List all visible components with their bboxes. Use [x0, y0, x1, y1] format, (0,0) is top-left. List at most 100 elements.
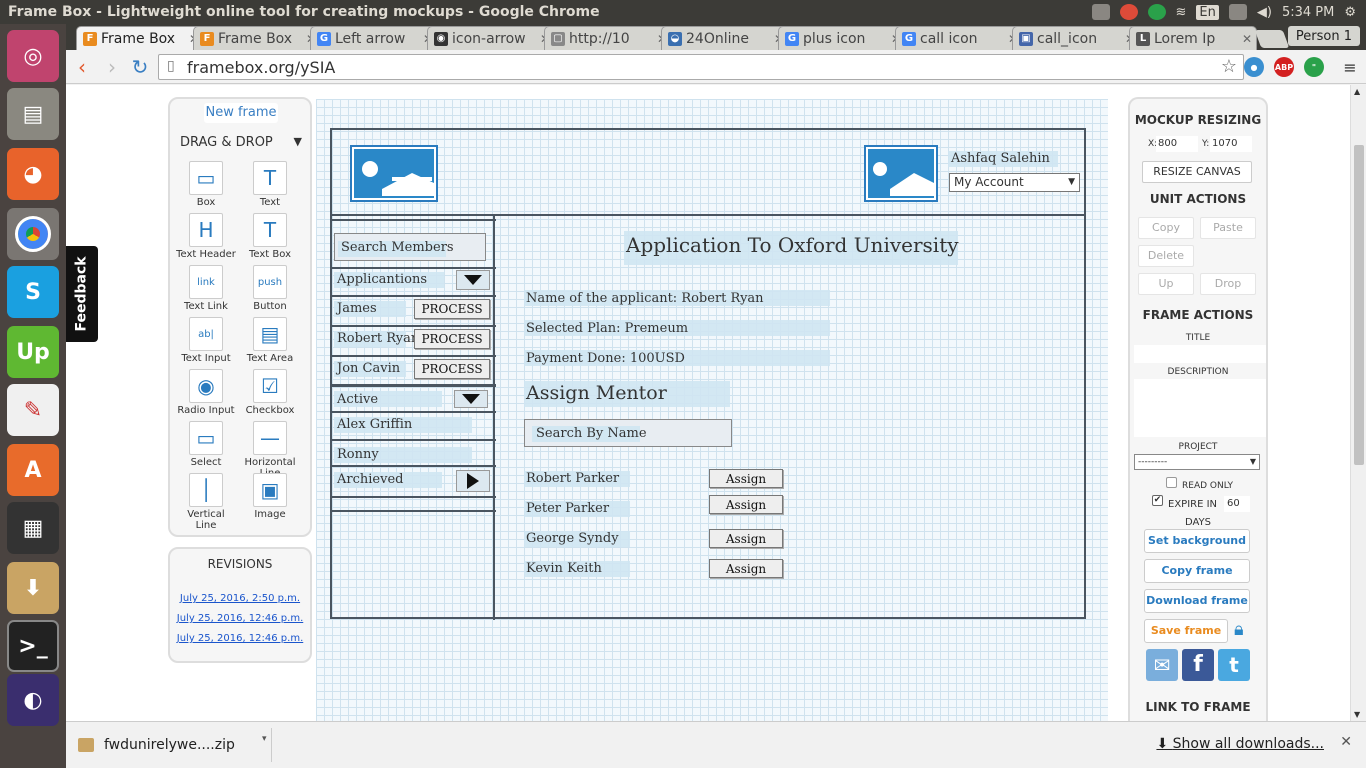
- tool-checkbox[interactable]: ☑ Checkbox: [240, 369, 300, 416]
- tool-horizontal-line[interactable]: —Horizontal Line: [240, 421, 300, 479]
- dropbox-icon[interactable]: [1091, 4, 1110, 20]
- new-tab-button[interactable]: [1254, 30, 1290, 48]
- tool-text[interactable]: T Text: [240, 161, 300, 208]
- list-item[interactable]: Ronny: [337, 447, 379, 462]
- tool-image[interactable]: ▣ Image: [240, 473, 300, 520]
- assign-button[interactable]: Assign: [709, 559, 783, 578]
- active-toggle[interactable]: [454, 390, 488, 408]
- ubuntu-dash-icon[interactable]: ◎: [7, 30, 59, 82]
- height-input[interactable]: 1070: [1210, 136, 1252, 152]
- close-tab-icon[interactable]: ✕: [1242, 32, 1256, 46]
- description-textarea[interactable]: [1134, 379, 1266, 437]
- software-center-icon[interactable]: A: [7, 444, 59, 496]
- keyboard-layout[interactable]: En: [1196, 4, 1219, 20]
- archived-toggle[interactable]: [456, 470, 490, 492]
- browser-tab[interactable]: FFrame Box✕: [193, 26, 321, 50]
- paste-button[interactable]: Paste: [1200, 217, 1256, 239]
- applicant-name[interactable]: Robert Ryan: [337, 331, 419, 346]
- assign-button[interactable]: Assign: [709, 529, 783, 548]
- expire-checkbox[interactable]: ✔: [1152, 495, 1163, 506]
- browser-tab[interactable]: ▢http://10✕: [544, 26, 672, 50]
- avatar-image[interactable]: [864, 145, 938, 202]
- archive-manager-icon[interactable]: ⬇: [7, 562, 59, 614]
- browser-tab[interactable]: ▣call_icon✕: [1012, 26, 1140, 50]
- back-icon[interactable]: ‹: [70, 55, 94, 79]
- list-item[interactable]: Alex Griffin: [337, 417, 412, 432]
- tool-text-area[interactable]: ▤ Text Area: [240, 317, 300, 364]
- assign-button[interactable]: Assign: [709, 469, 783, 488]
- set-background-button[interactable]: Set background: [1144, 529, 1250, 553]
- show-all-downloads-link[interactable]: ⬇ Show all downloads...: [1156, 736, 1324, 752]
- lock-icon[interactable]: 🔒︎: [1234, 619, 1244, 640]
- scrollbar-thumb[interactable]: [1354, 145, 1364, 465]
- logo-image[interactable]: [350, 145, 438, 202]
- new-frame-button[interactable]: New frame: [204, 103, 278, 123]
- close-downloads-icon[interactable]: ✕: [1340, 734, 1352, 750]
- scroll-down-arrow-icon[interactable]: ▼: [1354, 710, 1360, 719]
- process-button[interactable]: PROCESS: [414, 359, 490, 379]
- globe-extension-icon[interactable]: ●: [1244, 57, 1264, 77]
- hangouts-extension-icon[interactable]: ": [1304, 57, 1324, 77]
- skype-icon[interactable]: S: [7, 266, 59, 318]
- tool-select[interactable]: ▭ Select: [176, 421, 236, 468]
- page-scrollbar[interactable]: ▲ ▼: [1350, 85, 1366, 721]
- tool-radio-input[interactable]: ◉ Radio Input: [176, 369, 236, 416]
- download-frame-button[interactable]: Download frame: [1144, 589, 1250, 613]
- bookmark-star-icon[interactable]: ☆: [1221, 56, 1237, 77]
- browser-tab[interactable]: Gplus icon✕: [778, 26, 906, 50]
- applicant-name[interactable]: Jon Cavin: [337, 361, 400, 376]
- terminal-icon[interactable]: >_: [7, 620, 59, 672]
- chrome-icon[interactable]: [1119, 4, 1138, 20]
- revision-link[interactable]: July 25, 2016, 12:46 p.m.: [170, 633, 310, 644]
- read-only-checkbox[interactable]: [1166, 477, 1177, 488]
- applicant-name[interactable]: James: [337, 301, 377, 316]
- archived-section[interactable]: Archieved: [337, 472, 403, 487]
- browser-tab[interactable]: FFrame Box✕: [76, 26, 204, 50]
- tool-text-input[interactable]: ab| Text Input: [176, 317, 236, 364]
- title-input[interactable]: [1134, 345, 1266, 363]
- address-bar[interactable]: ▯ framebox.org/ySIA ☆: [158, 54, 1244, 80]
- email-share-icon[interactable]: ✉: [1146, 649, 1178, 681]
- project-select[interactable]: --------- ▼: [1134, 454, 1260, 470]
- drag-drop-header[interactable]: DRAG & DROP ▼: [180, 135, 302, 150]
- save-frame-button[interactable]: Save frame: [1144, 619, 1228, 643]
- tool-vertical-line[interactable]: │ Vertical Line: [176, 473, 236, 531]
- copy-frame-button[interactable]: Copy frame: [1144, 559, 1250, 583]
- upwork-icon[interactable]: Up: [7, 326, 59, 378]
- process-button[interactable]: PROCESS: [414, 299, 490, 319]
- download-item[interactable]: fwdunirelywe....zip: [72, 728, 272, 762]
- applications-section[interactable]: Applicantions: [337, 272, 427, 287]
- collapse-arrow-icon[interactable]: ▼: [294, 135, 302, 148]
- profile-button[interactable]: Person 1: [1287, 26, 1360, 46]
- browser-tab[interactable]: ◉icon-arrow✕: [427, 26, 555, 50]
- account-select[interactable]: My Account ▼: [949, 173, 1080, 192]
- video-editor-icon[interactable]: ▦: [7, 502, 59, 554]
- tool-text-header[interactable]: H Text Header: [176, 213, 236, 260]
- scroll-up-arrow-icon[interactable]: ▲: [1354, 87, 1360, 96]
- reload-icon[interactable]: ↻: [128, 55, 152, 79]
- twitter-share-icon[interactable]: t: [1218, 649, 1250, 681]
- revision-link[interactable]: July 25, 2016, 12:46 p.m.: [170, 613, 310, 624]
- feedback-tab[interactable]: Feedback: [66, 246, 98, 342]
- assign-button[interactable]: Assign: [709, 495, 783, 514]
- up-button[interactable]: Up: [1138, 273, 1194, 295]
- wifi-icon[interactable]: ≋: [1176, 5, 1187, 20]
- applications-toggle[interactable]: [456, 270, 490, 290]
- firefox-icon[interactable]: ◕: [7, 148, 59, 200]
- resize-canvas-button[interactable]: RESIZE CANVAS: [1142, 161, 1252, 183]
- process-button[interactable]: PROCESS: [414, 329, 490, 349]
- clock[interactable]: 5:34 PM: [1282, 5, 1334, 20]
- eclipse-icon[interactable]: ◐: [7, 674, 59, 726]
- document-viewer-icon[interactable]: ✎: [7, 384, 59, 436]
- active-section[interactable]: Active: [337, 392, 378, 407]
- menu-icon[interactable]: ≡: [1338, 55, 1362, 79]
- chrome-launcher-icon[interactable]: [7, 208, 59, 260]
- browser-tab[interactable]: L Lorem Ip ✕: [1129, 26, 1257, 50]
- forward-icon[interactable]: ›: [100, 55, 124, 79]
- download-menu-arrow-icon[interactable]: ▾: [262, 734, 267, 744]
- revision-link[interactable]: July 25, 2016, 2:50 p.m.: [170, 593, 310, 604]
- tool-button[interactable]: push Button: [240, 265, 300, 312]
- files-icon[interactable]: ▤: [7, 88, 59, 140]
- width-input[interactable]: 800: [1156, 136, 1198, 152]
- tool-text-box[interactable]: T Text Box: [240, 213, 300, 260]
